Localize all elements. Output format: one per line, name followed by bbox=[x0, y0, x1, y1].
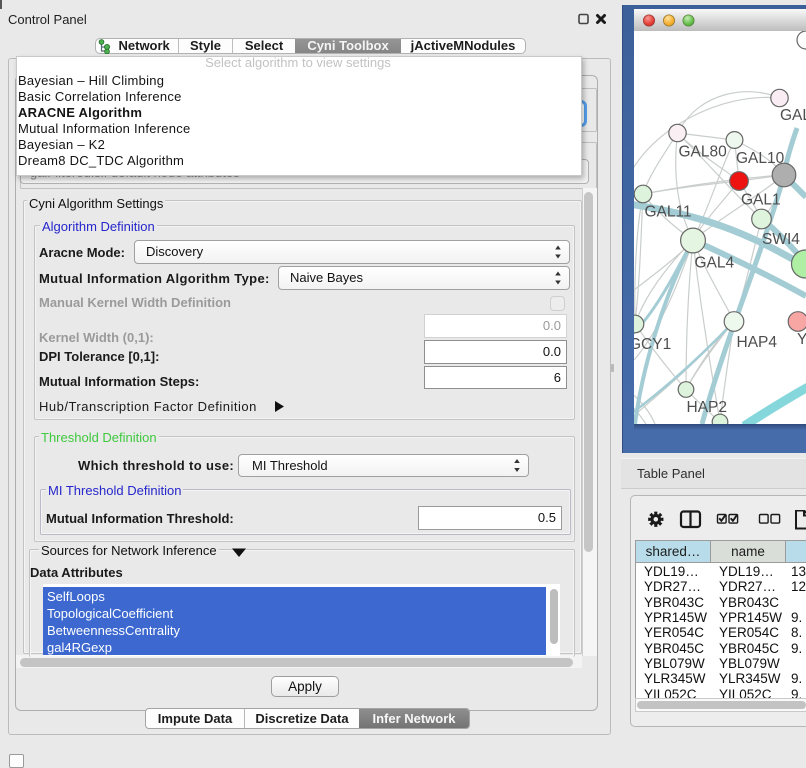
svg-text:SWI4: SWI4 bbox=[762, 231, 800, 248]
svg-text:YJL: YJL bbox=[797, 331, 806, 348]
svg-text:GAL11: GAL11 bbox=[645, 204, 692, 221]
svg-text:GAL1: GAL1 bbox=[741, 192, 781, 209]
svg-text:HAP2: HAP2 bbox=[687, 399, 728, 416]
svg-text:GAL10: GAL10 bbox=[736, 150, 785, 167]
svg-text:GAL80: GAL80 bbox=[679, 144, 728, 161]
svg-text:GAL4: GAL4 bbox=[695, 255, 735, 272]
svg-text:GAL2: GAL2 bbox=[780, 107, 806, 124]
svg-text:HAP4: HAP4 bbox=[737, 334, 778, 351]
svg-text:GCY1: GCY1 bbox=[634, 336, 671, 353]
